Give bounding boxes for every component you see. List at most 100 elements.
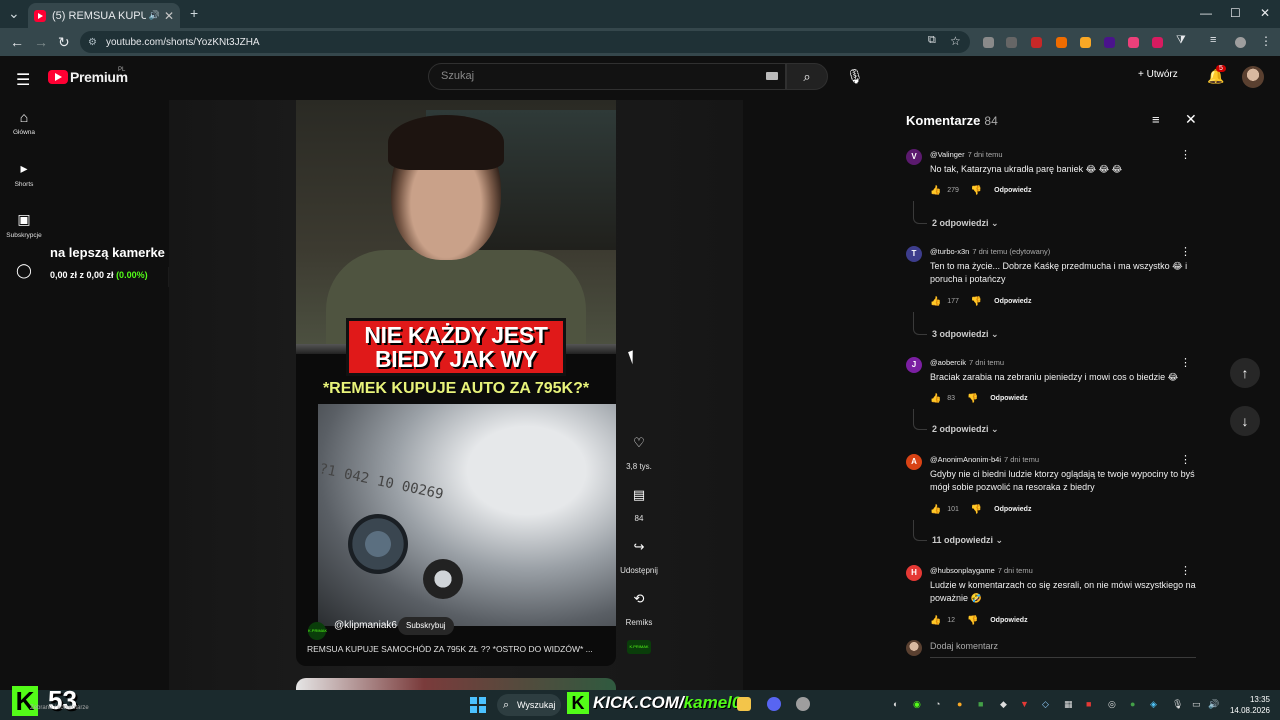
minimize-icon[interactable]: —: [1200, 6, 1212, 20]
reply-button[interactable]: Odpowiedz: [994, 298, 1031, 305]
account-avatar[interactable]: [1242, 66, 1264, 88]
thumbs-down-icon[interactable]: 👎: [971, 504, 982, 515]
comment-time[interactable]: 7 dni temu (edytowany): [972, 247, 1050, 256]
tray-icon[interactable]: ●: [957, 699, 962, 709]
thumbs-down-icon[interactable]: 👎: [967, 393, 978, 404]
share-button[interactable]: ↪ Udostępnij: [618, 534, 660, 575]
comment-avatar[interactable]: J: [906, 357, 922, 373]
extension-icon[interactable]: [1104, 37, 1115, 48]
view-replies-button[interactable]: 3 odpowiedzi ⌄: [932, 329, 999, 340]
rail-item-shorts[interactable]: ▸ Shorts: [0, 160, 48, 188]
close-comments-icon[interactable]: ✕: [1185, 111, 1197, 128]
comment-more-icon[interactable]: ⋮: [1180, 356, 1191, 369]
comment-author[interactable]: @Valinger: [930, 150, 965, 159]
extension-icon[interactable]: [1128, 37, 1139, 48]
remix-button[interactable]: ⟲ Remiks: [618, 586, 660, 627]
forward-icon[interactable]: →: [34, 34, 48, 50]
comment-author[interactable]: @hubsonplaygame: [930, 566, 995, 575]
add-comment-input[interactable]: Dodaj komentarz: [930, 641, 998, 651]
tray-icon[interactable]: ◆: [1000, 699, 1007, 710]
comment-avatar[interactable]: A: [906, 454, 922, 470]
taskbar-search[interactable]: Wyszukaj: [497, 694, 561, 716]
like-button[interactable]: ♡ 3,8 tys.: [618, 430, 660, 471]
tray-icon[interactable]: ◐: [893, 699, 898, 709]
comment-more-icon[interactable]: ⋮: [1180, 564, 1191, 577]
extension-icon[interactable]: [1152, 37, 1163, 48]
tab-search-icon[interactable]: ⌄: [8, 5, 20, 22]
tray-icon[interactable]: ◈: [1150, 699, 1157, 710]
reply-button[interactable]: Odpowiedz: [994, 187, 1031, 194]
extension-icon[interactable]: [1056, 37, 1067, 48]
maximize-icon[interactable]: ☐: [1230, 6, 1241, 20]
windows-start-icon[interactable]: [470, 697, 486, 713]
extension-icon[interactable]: [1080, 37, 1091, 48]
search-input[interactable]: Szukaj: [428, 63, 786, 90]
comment-more-icon[interactable]: ⋮: [1180, 245, 1191, 258]
cast-icon[interactable]: ⧉: [928, 34, 936, 47]
comment-more-icon[interactable]: ⋮: [1180, 453, 1191, 466]
search-button[interactable]: ⌕: [786, 63, 828, 90]
reading-list-icon[interactable]: ≡: [1210, 34, 1216, 46]
subscribe-button[interactable]: Subskrybuj: [398, 617, 454, 635]
audio-thumbnail[interactable]: K.PRIMAK: [627, 640, 651, 654]
tray-icon[interactable]: ■: [978, 699, 983, 709]
thumbs-up-icon[interactable]: 👍: [930, 393, 941, 404]
reply-button[interactable]: Odpowiedz: [990, 395, 1027, 402]
rail-item-you[interactable]: ◯: [0, 262, 48, 283]
discord-icon[interactable]: [767, 697, 781, 711]
channel-name[interactable]: @klipmaniak6: [334, 620, 397, 631]
volume-icon[interactable]: 🔊: [1208, 699, 1219, 710]
system-clock[interactable]: 13:35 14.08.2026: [1228, 694, 1270, 716]
window-close-icon[interactable]: ✕: [1260, 6, 1270, 20]
tray-icon[interactable]: ◇: [1042, 699, 1049, 710]
browser-menu-icon[interactable]: ⋮: [1260, 34, 1272, 48]
file-explorer-icon[interactable]: [737, 697, 751, 711]
thumbs-down-icon[interactable]: 👎: [971, 185, 982, 196]
view-replies-button[interactable]: 2 odpowiedzi ⌄: [932, 424, 999, 435]
comment-more-icon[interactable]: ⋮: [1180, 148, 1191, 161]
back-icon[interactable]: ←: [10, 34, 24, 50]
comment-time[interactable]: 7 dni temu: [1004, 455, 1039, 464]
thumbs-down-icon[interactable]: 👎: [971, 296, 982, 307]
mic-tray-icon[interactable]: 🎙: [1172, 699, 1183, 710]
thumbs-up-icon[interactable]: 👍: [930, 185, 941, 196]
thumbs-down-icon[interactable]: 👎: [967, 615, 978, 626]
microphone-icon[interactable]: 🎙: [846, 68, 864, 85]
comment-author[interactable]: @aobercik: [930, 358, 966, 367]
view-replies-button[interactable]: 11 odpowiedzi ⌄: [932, 535, 1003, 546]
rail-item-subscriptions[interactable]: ▣ Subskrypcje: [0, 211, 48, 239]
youtube-logo[interactable]: Premium PL: [48, 67, 128, 85]
tray-icon[interactable]: ●: [1130, 699, 1135, 709]
comments-button[interactable]: ▤ 84: [618, 482, 660, 523]
short-video[interactable]: NIE KAŻDY JEST BIEDY JAK WY *REMEK KUPUJ…: [296, 100, 616, 666]
comment-avatar[interactable]: T: [906, 246, 922, 262]
comment-avatar[interactable]: V: [906, 149, 922, 165]
comment-author[interactable]: @turbo-x3n: [930, 247, 969, 256]
app-icon[interactable]: [796, 697, 810, 711]
sort-icon[interactable]: ≡: [1152, 112, 1160, 127]
bookmark-star-icon[interactable]: ☆: [950, 34, 961, 48]
notifications-bell-icon[interactable]: 🔔 5: [1207, 65, 1226, 85]
thumbs-up-icon[interactable]: 👍: [930, 296, 941, 307]
tray-icon[interactable]: ◔: [935, 699, 940, 709]
tray-icon[interactable]: ◉: [913, 699, 921, 710]
hamburger-menu-icon[interactable]: ☰: [16, 70, 30, 90]
extension-icon[interactable]: [983, 37, 994, 48]
tab-close-icon[interactable]: ✕: [164, 9, 174, 23]
browser-tab[interactable]: (5) REMSUA KUPUJE SAMOC 🔊 ✕: [28, 3, 180, 28]
comment-time[interactable]: 7 dni temu: [969, 358, 1004, 367]
comment-avatar[interactable]: H: [906, 565, 922, 581]
comment-time[interactable]: 7 dni temu: [968, 150, 1003, 159]
channel-avatar[interactable]: K.PRIMAK: [308, 622, 327, 640]
profile-icon[interactable]: [1235, 37, 1246, 48]
tray-icon[interactable]: ▼: [1020, 699, 1029, 709]
thumbs-up-icon[interactable]: 👍: [930, 615, 941, 626]
tray-icon[interactable]: ■: [1086, 699, 1091, 709]
rail-item-home[interactable]: ⌂ Główna: [0, 109, 48, 136]
extensions-puzzle-icon[interactable]: ⧩: [1176, 34, 1186, 47]
extension-icon[interactable]: [1006, 37, 1017, 48]
tray-icon[interactable]: ◎: [1108, 699, 1116, 710]
thumbs-up-icon[interactable]: 👍: [930, 504, 941, 515]
new-tab-icon[interactable]: +: [190, 5, 198, 21]
address-bar[interactable]: youtube.com/shorts/YozKNt3JZHA: [80, 31, 970, 53]
